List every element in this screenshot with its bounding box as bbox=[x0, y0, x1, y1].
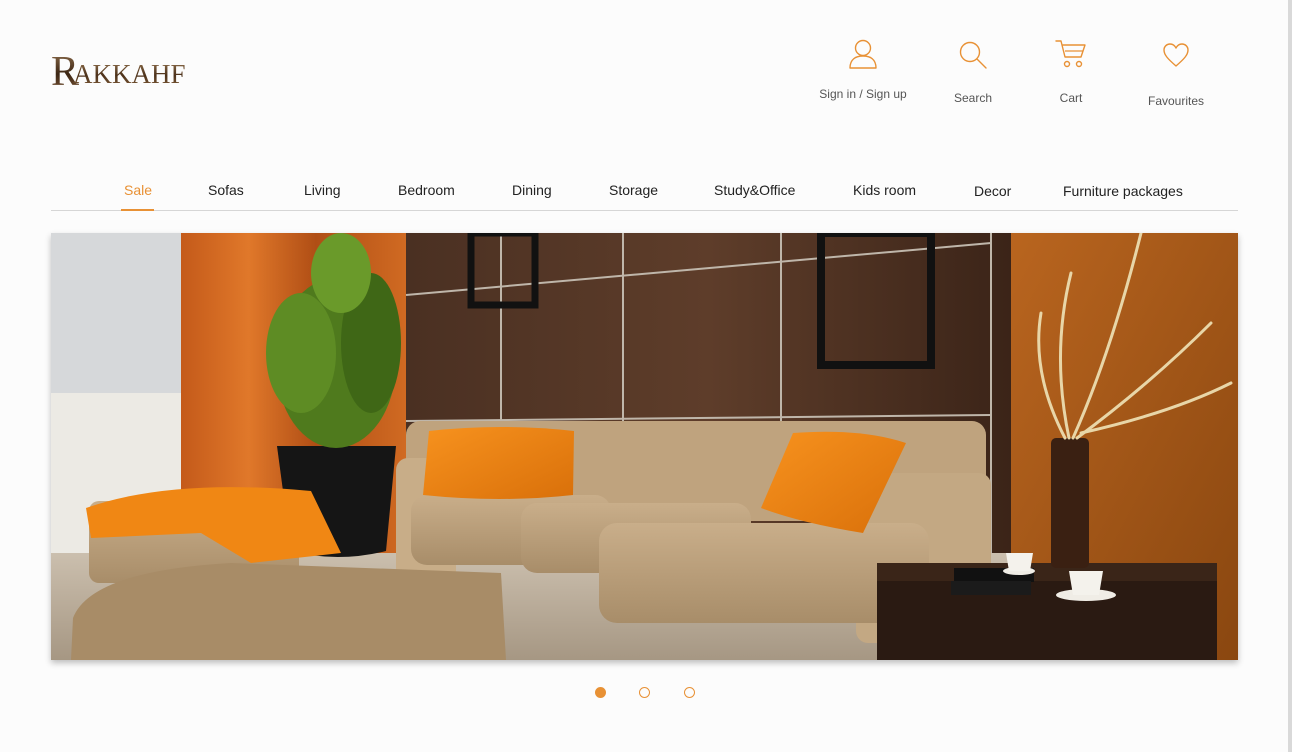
search-label: Search bbox=[953, 91, 993, 105]
window-edge bbox=[1288, 0, 1292, 752]
search-icon bbox=[959, 41, 987, 69]
cart-button[interactable]: Cart bbox=[1041, 39, 1101, 105]
hero-banner[interactable] bbox=[51, 233, 1238, 660]
page: R AKKAHF Sign in / Sign up Search Cart F… bbox=[0, 0, 1292, 752]
heart-icon bbox=[1163, 43, 1189, 67]
carousel-dot-1[interactable] bbox=[595, 687, 606, 698]
carousel-dot-2[interactable] bbox=[639, 687, 650, 698]
search-button[interactable]: Search bbox=[938, 40, 1008, 105]
nav-item-bedroom[interactable]: Bedroom bbox=[398, 182, 455, 198]
carousel-dot-3[interactable] bbox=[684, 687, 695, 698]
nav-item-sofas[interactable]: Sofas bbox=[208, 182, 244, 198]
nav-item-furniture-packages[interactable]: Furniture packages bbox=[1063, 183, 1183, 199]
signin-label: Sign in / Sign up bbox=[819, 87, 907, 101]
nav-item-study-office[interactable]: Study&Office bbox=[714, 182, 795, 198]
brand-logo[interactable]: R AKKAHF bbox=[51, 50, 186, 93]
favourites-label: Favourites bbox=[1147, 94, 1205, 108]
active-nav-indicator bbox=[121, 209, 154, 211]
nav-item-sale[interactable]: Sale bbox=[124, 182, 152, 198]
nav-item-storage[interactable]: Storage bbox=[609, 182, 658, 198]
nav-item-living[interactable]: Living bbox=[304, 182, 341, 198]
cart-label: Cart bbox=[1059, 91, 1083, 105]
favourites-button[interactable]: Favourites bbox=[1140, 42, 1212, 108]
nav-item-dining[interactable]: Dining bbox=[512, 182, 552, 198]
category-nav: Sale Sofas Living Bedroom Dining Storage… bbox=[51, 172, 1238, 211]
user-icon bbox=[849, 39, 877, 69]
hero-image bbox=[51, 233, 1238, 660]
logo-wordmark: AKKAHF bbox=[73, 59, 186, 89]
signin-button[interactable]: Sign in / Sign up bbox=[813, 38, 913, 101]
nav-item-kids-room[interactable]: Kids room bbox=[853, 182, 916, 198]
nav-item-decor[interactable]: Decor bbox=[974, 183, 1011, 199]
cart-icon bbox=[1055, 40, 1086, 68]
